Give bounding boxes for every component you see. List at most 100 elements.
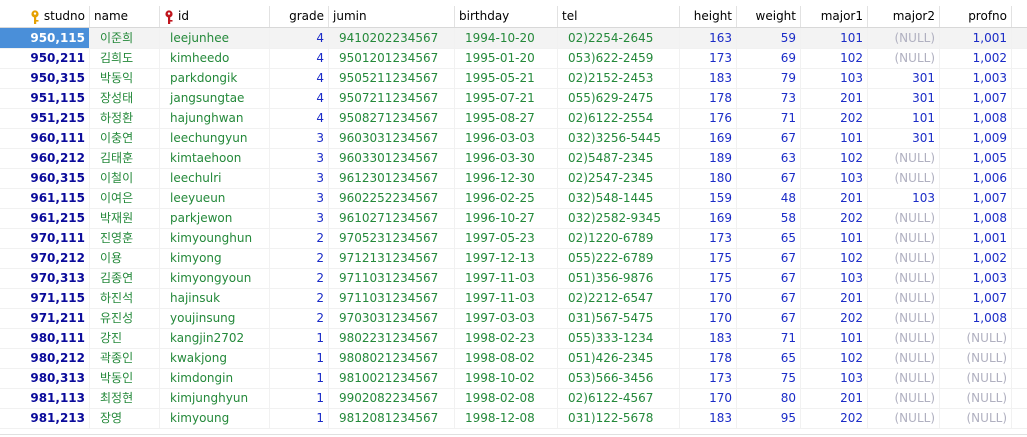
cell-birthday[interactable]: 1996-02-25 [455, 188, 558, 208]
cell-major2[interactable]: 301 [868, 68, 940, 88]
cell-weight[interactable]: 65 [737, 228, 801, 248]
cell-profno[interactable]: 1,002 [940, 48, 1012, 68]
cell-weight[interactable]: 63 [737, 148, 801, 168]
cell-profno[interactable]: 1,001 [940, 28, 1012, 48]
table-row[interactable]: 950,211 김희도 kimheedo 4 9501201234567 1995-01-… [0, 48, 1027, 69]
cell-grade[interactable]: 1 [270, 408, 329, 428]
cell-name[interactable]: 강진 [90, 328, 160, 348]
cell-grade[interactable]: 3 [270, 188, 329, 208]
cell-name[interactable]: 이철이 [90, 168, 160, 188]
cell-studno[interactable]: 960,111 [0, 128, 90, 148]
table-row[interactable]: 980,212 곽종인 kwakjong 1 9808021234567 1998-08-… [0, 348, 1027, 369]
cell-name[interactable]: 진영훈 [90, 228, 160, 248]
table-row[interactable]: 960,315 이철이 leechulri 3 9612301234567 1996-12… [0, 168, 1027, 189]
cell-weight[interactable]: 75 [737, 368, 801, 388]
cell-grade[interactable]: 4 [270, 28, 329, 48]
cell-major1[interactable]: 102 [801, 148, 868, 168]
cell-major1[interactable]: 102 [801, 248, 868, 268]
cell-name[interactable]: 박동인 [90, 368, 160, 388]
column-header-name[interactable]: name [90, 6, 160, 27]
cell-weight[interactable]: 95 [737, 408, 801, 428]
cell-birthday[interactable]: 1998-12-08 [455, 408, 558, 428]
cell-studno[interactable]: 951,215 [0, 108, 90, 128]
cell-id[interactable]: leeyueun [160, 188, 270, 208]
cell-major2[interactable]: (NULL) [868, 348, 940, 368]
cell-birthday[interactable]: 1998-10-02 [455, 368, 558, 388]
cell-name[interactable]: 장성태 [90, 88, 160, 108]
table-row[interactable]: 971,211 유진성 youjinsung 2 9703031234567 1997-0… [0, 308, 1027, 329]
column-header-jumin[interactable]: jumin [329, 6, 455, 27]
cell-height[interactable]: 183 [680, 328, 737, 348]
cell-grade[interactable]: 1 [270, 328, 329, 348]
cell-jumin[interactable]: 9610271234567 [329, 208, 455, 228]
table-row[interactable]: 980,313 박동인 kimdongin 1 9810021234567 1998-10… [0, 368, 1027, 389]
cell-grade[interactable]: 2 [270, 268, 329, 288]
cell-grade[interactable]: 4 [270, 68, 329, 88]
cell-major1[interactable]: 101 [801, 128, 868, 148]
cell-jumin[interactable]: 9808021234567 [329, 348, 455, 368]
cell-jumin[interactable]: 9902082234567 [329, 388, 455, 408]
cell-studno[interactable]: 950,315 [0, 68, 90, 88]
cell-height[interactable]: 176 [680, 108, 737, 128]
cell-jumin[interactable]: 9810021234567 [329, 368, 455, 388]
cell-studno[interactable]: 970,313 [0, 268, 90, 288]
cell-grade[interactable]: 3 [270, 128, 329, 148]
cell-studno[interactable]: 981,213 [0, 408, 90, 428]
cell-weight[interactable]: 80 [737, 388, 801, 408]
cell-tel[interactable]: 02)2152-2453 [558, 68, 680, 88]
cell-weight[interactable]: 67 [737, 288, 801, 308]
cell-birthday[interactable]: 1997-03-03 [455, 308, 558, 328]
cell-name[interactable]: 유진성 [90, 308, 160, 328]
cell-birthday[interactable]: 1998-02-23 [455, 328, 558, 348]
cell-jumin[interactable]: 9705231234567 [329, 228, 455, 248]
cell-profno[interactable]: 1,009 [940, 128, 1012, 148]
cell-major2[interactable]: 101 [868, 108, 940, 128]
cell-major2[interactable]: (NULL) [868, 228, 940, 248]
cell-name[interactable]: 하정환 [90, 108, 160, 128]
cell-major1[interactable]: 103 [801, 268, 868, 288]
cell-name[interactable]: 이여은 [90, 188, 160, 208]
cell-id[interactable]: kimjunghyun [160, 388, 270, 408]
cell-id[interactable]: kimtaehoon [160, 148, 270, 168]
cell-id[interactable]: leejunhee [160, 28, 270, 48]
cell-name[interactable]: 김종연 [90, 268, 160, 288]
cell-major1[interactable]: 103 [801, 68, 868, 88]
cell-major2[interactable]: (NULL) [868, 368, 940, 388]
cell-name[interactable]: 하진석 [90, 288, 160, 308]
cell-tel[interactable]: 055)222-6789 [558, 248, 680, 268]
cell-studno[interactable]: 980,212 [0, 348, 90, 368]
cell-studno[interactable]: 970,212 [0, 248, 90, 268]
cell-profno[interactable]: 1,008 [940, 308, 1012, 328]
cell-weight[interactable]: 67 [737, 128, 801, 148]
cell-grade[interactable]: 1 [270, 348, 329, 368]
cell-weight[interactable]: 69 [737, 48, 801, 68]
cell-major2[interactable]: (NULL) [868, 388, 940, 408]
cell-name[interactable]: 이충연 [90, 128, 160, 148]
cell-height[interactable]: 189 [680, 148, 737, 168]
cell-tel[interactable]: 031)122-5678 [558, 408, 680, 428]
cell-id[interactable]: hajunghwan [160, 108, 270, 128]
cell-grade[interactable]: 4 [270, 108, 329, 128]
cell-major1[interactable]: 101 [801, 28, 868, 48]
cell-name[interactable]: 곽종인 [90, 348, 160, 368]
cell-grade[interactable]: 4 [270, 88, 329, 108]
cell-height[interactable]: 173 [680, 368, 737, 388]
cell-jumin[interactable]: 9602252234567 [329, 188, 455, 208]
cell-profno[interactable]: (NULL) [940, 408, 1012, 428]
cell-profno[interactable]: 1,007 [940, 88, 1012, 108]
cell-major2[interactable]: (NULL) [868, 328, 940, 348]
cell-birthday[interactable]: 1995-08-27 [455, 108, 558, 128]
cell-tel[interactable]: 051)426-2345 [558, 348, 680, 368]
cell-studno[interactable]: 970,111 [0, 228, 90, 248]
cell-birthday[interactable]: 1998-02-08 [455, 388, 558, 408]
cell-height[interactable]: 183 [680, 408, 737, 428]
cell-name[interactable]: 최정현 [90, 388, 160, 408]
table-row[interactable]: 970,111 진영훈 kimyounghun 2 9705231234567 1997-… [0, 228, 1027, 249]
cell-major2[interactable]: (NULL) [868, 168, 940, 188]
cell-id[interactable]: parkjewon [160, 208, 270, 228]
cell-jumin[interactable]: 9501201234567 [329, 48, 455, 68]
cell-weight[interactable]: 59 [737, 28, 801, 48]
cell-major2[interactable]: (NULL) [868, 248, 940, 268]
cell-major1[interactable]: 202 [801, 308, 868, 328]
cell-tel[interactable]: 02)2212-6547 [558, 288, 680, 308]
